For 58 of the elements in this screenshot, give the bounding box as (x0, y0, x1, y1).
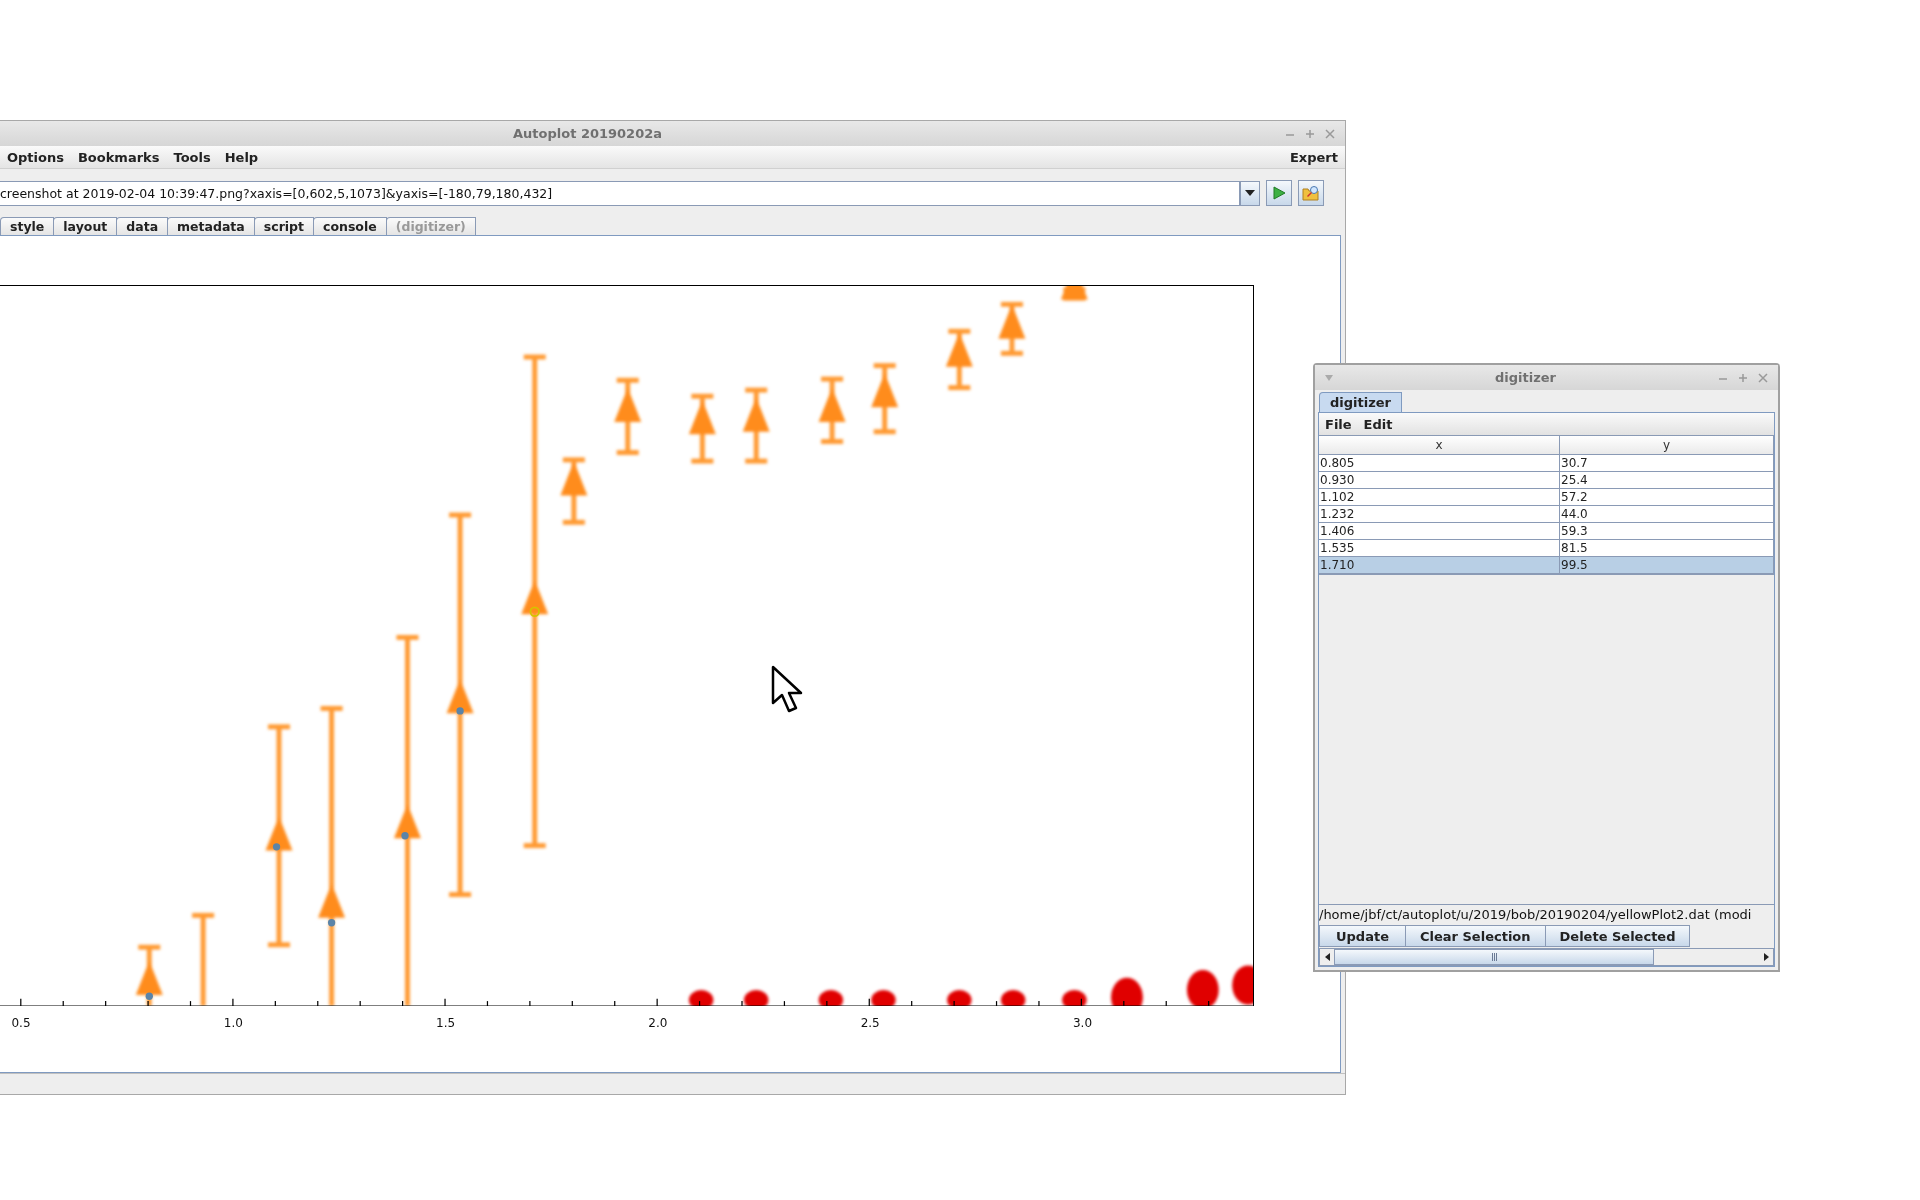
maximize-icon[interactable] (1305, 128, 1315, 139)
table-cell[interactable]: 30.7 (1560, 455, 1774, 472)
column-header[interactable]: x (1319, 435, 1560, 455)
table-cell[interactable]: 1.406 (1319, 523, 1560, 540)
column-header[interactable]: y (1560, 435, 1774, 455)
menu-item[interactable]: Expert (1283, 147, 1345, 167)
table-cell[interactable]: 1.232 (1319, 506, 1560, 523)
axis-tick-label: 2.0 (648, 1016, 668, 1030)
table-cell[interactable]: 57.2 (1560, 489, 1774, 506)
action-button[interactable]: Delete Selected (1544, 925, 1691, 947)
table-cell[interactable]: 44.0 (1560, 506, 1774, 523)
dropdown-button[interactable] (1240, 180, 1260, 206)
tab[interactable]: data (116, 217, 169, 235)
axis-tick-label: 1.0 (223, 1016, 243, 1030)
table-cell[interactable]: 1.102 (1319, 489, 1560, 506)
play-icon (1272, 186, 1286, 200)
menu-item[interactable]: Tools (166, 147, 218, 167)
table-cell[interactable]: 1.535 (1319, 540, 1560, 557)
mouse-pointer-icon (771, 665, 805, 715)
axis-tick-label: 1.5 (436, 1016, 456, 1030)
table-cell[interactable]: 99.5 (1560, 557, 1774, 574)
table-cell[interactable]: 81.5 (1560, 540, 1774, 557)
folder-search-icon (1302, 185, 1320, 201)
tab[interactable]: layout (53, 217, 118, 235)
table-cell[interactable]: 25.4 (1560, 472, 1774, 489)
window-title: digitizer (1494, 370, 1557, 385)
axis-tick-label: 0.5 (11, 1016, 31, 1030)
menu-item[interactable]: Options (0, 147, 71, 167)
menu-item[interactable]: Help (217, 147, 266, 167)
tab[interactable]: style (0, 217, 55, 235)
left-arrow-icon[interactable] (1324, 953, 1330, 961)
tab[interactable]: console (313, 217, 387, 235)
tab[interactable]: metadata (167, 217, 255, 235)
close-icon[interactable] (1758, 372, 1768, 383)
browse-button[interactable] (1298, 180, 1324, 206)
grip-icon (1491, 953, 1497, 961)
close-icon[interactable] (1325, 128, 1335, 139)
menu-item[interactable]: Edit (1357, 416, 1399, 432)
menu-item[interactable]: File (1319, 416, 1358, 432)
axis-tick-label: 3.0 (1072, 1016, 1093, 1030)
uri-field[interactable]: creenshot at 2019-02-04 10:39:47.png?xaxis=[0,602,5,1073]&yaxis=[-180,79,180,432] (0, 180, 1240, 206)
action-button[interactable]: Update (1319, 925, 1406, 947)
window-menu-icon[interactable] (1325, 374, 1333, 381)
table-cell[interactable]: 59.3 (1560, 523, 1774, 540)
caret-icon (1245, 190, 1255, 196)
window-title: Autoplot 20190202a (512, 126, 663, 141)
axis-tick-label: 2.5 (860, 1016, 880, 1030)
right-arrow-icon[interactable] (1763, 953, 1769, 961)
tab[interactable]: script (253, 217, 315, 235)
maximize-icon[interactable] (1738, 372, 1748, 383)
table-cell[interactable]: 1.710 (1319, 557, 1560, 574)
horizontal-scrollbar[interactable] (1319, 948, 1774, 966)
play-button[interactable] (1266, 180, 1292, 206)
tab[interactable]: digitizer (1319, 392, 1402, 412)
action-button[interactable]: Clear Selection (1405, 925, 1546, 947)
table-cell[interactable]: 0.805 (1319, 455, 1560, 472)
table-cell[interactable]: 0.930 (1319, 472, 1560, 489)
menu-item[interactable]: Bookmarks (70, 147, 167, 167)
